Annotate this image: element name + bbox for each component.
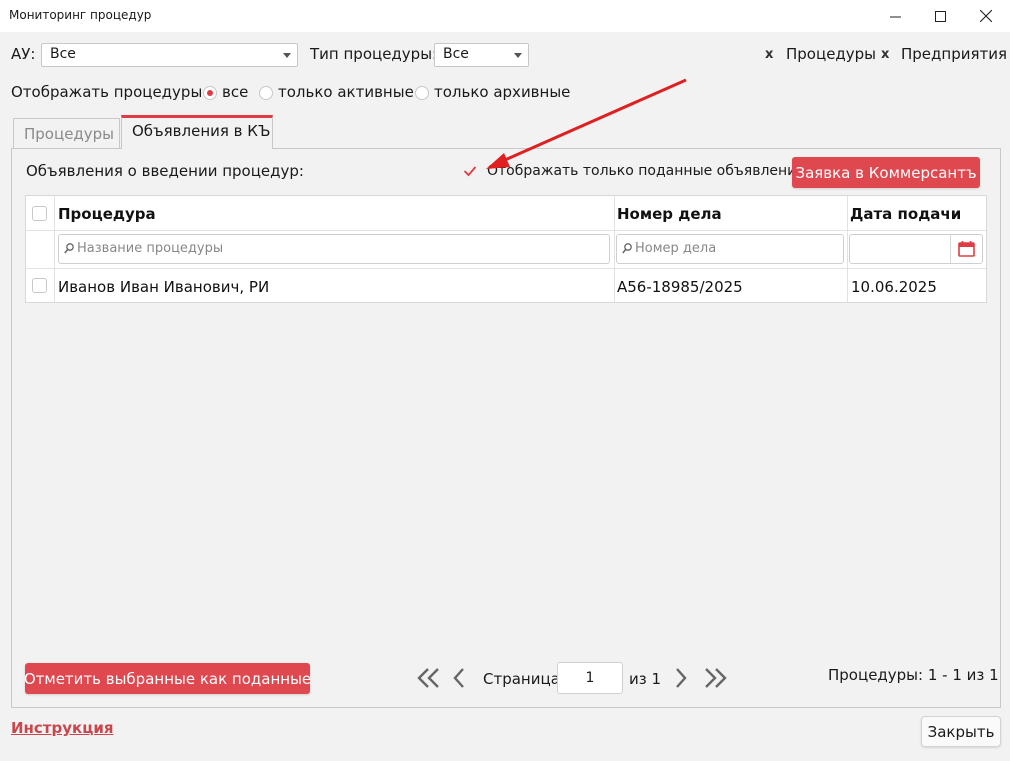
row-date-cell[interactable]: 10.06.2025: [851, 278, 937, 296]
mark-submitted-button[interactable]: Отметить выбранные как поданные: [23, 663, 312, 694]
maximize-button[interactable]: [917, 0, 963, 32]
au-select[interactable]: Все: [41, 43, 298, 67]
row-checkbox[interactable]: [32, 278, 47, 293]
radio-all[interactable]: [203, 86, 217, 100]
procedure-type-select[interactable]: Все: [434, 43, 529, 67]
page-number-input[interactable]: 1: [557, 662, 623, 694]
minimize-button[interactable]: [872, 0, 918, 32]
column-header-date[interactable]: Дата подачи: [850, 205, 961, 223]
title-bar: Мониторинг процедур: [0, 0, 1010, 32]
page-number-value: 1: [585, 670, 595, 686]
annotation-arrow-icon: [486, 78, 687, 169]
procedure-filter-placeholder: Название процедуры: [77, 241, 224, 256]
procedure-type-label: Тип процедуры:: [310, 45, 438, 63]
close-button-label: Закрыть: [927, 722, 995, 741]
kommersant-request-label: Заявка в Коммерсантъ: [795, 163, 977, 182]
maximize-icon: [934, 10, 946, 22]
next-page-icon[interactable]: [674, 667, 688, 689]
tab-announcements-label: Объявления в КЪ: [132, 122, 271, 140]
column-header-case-number[interactable]: Номер дела: [617, 205, 722, 223]
chevron-down-icon: [283, 53, 291, 58]
case-number-filter-placeholder: Номер дела: [635, 241, 717, 256]
enterprises-tag[interactable]: Предприятия: [901, 45, 1007, 63]
mark-submitted-label: Отметить выбранные как поданные: [23, 669, 312, 688]
row-case-number-cell[interactable]: А56-18985/2025: [617, 278, 743, 296]
tab-announcements[interactable]: Объявления в КЪ: [121, 115, 273, 149]
display-procedures-label: Отображать процедуры:: [11, 83, 208, 101]
column-divider: [614, 196, 615, 302]
column-divider: [54, 196, 55, 302]
page-label: Страница: [483, 670, 560, 688]
remove-procedures-tag-icon[interactable]: x: [765, 47, 773, 62]
close-button[interactable]: Закрыть: [921, 716, 1001, 747]
au-label: АУ:: [11, 45, 36, 63]
chevron-down-icon: [514, 53, 522, 58]
search-icon: [64, 243, 74, 254]
instruction-link[interactable]: Инструкция: [11, 719, 113, 737]
search-icon: [622, 243, 632, 254]
row-divider: [26, 268, 986, 269]
tab-procedures-label: Процедуры: [24, 125, 115, 143]
column-divider: [847, 196, 848, 302]
previous-page-icon[interactable]: [452, 667, 466, 689]
last-page-icon[interactable]: [702, 667, 728, 689]
window-title: Мониторинг процедур: [9, 8, 152, 22]
radio-archive-only[interactable]: [415, 86, 429, 100]
date-filter-input[interactable]: [849, 234, 983, 264]
date-filter-divider: [950, 235, 951, 263]
column-header-procedure[interactable]: Процедура: [58, 205, 156, 223]
minimize-icon: [889, 16, 901, 17]
records-count: Процедуры: 1 - 1 из 1: [828, 666, 999, 684]
page-total: из 1: [629, 670, 662, 688]
close-window-button[interactable]: [963, 0, 1009, 32]
select-all-checkbox[interactable]: [32, 206, 47, 221]
procedures-table: Процедура Номер дела Дата подачи Названи…: [25, 195, 987, 303]
calendar-icon[interactable]: [958, 241, 975, 257]
first-page-icon[interactable]: [416, 667, 442, 689]
section-label: Объявления о введении процедур:: [26, 162, 304, 180]
kommersant-request-button[interactable]: Заявка в Коммерсантъ: [792, 157, 980, 188]
au-select-value: Все: [50, 46, 76, 62]
radio-all-label[interactable]: все: [222, 83, 248, 101]
row-divider: [26, 230, 986, 231]
tab-procedures[interactable]: Процедуры: [13, 118, 120, 149]
procedure-filter-input[interactable]: Название процедуры: [58, 234, 610, 264]
case-number-filter-input[interactable]: Номер дела: [616, 234, 844, 264]
procedure-type-value: Все: [443, 46, 469, 62]
close-icon: [980, 10, 992, 22]
remove-enterprises-tag-icon[interactable]: x: [881, 47, 889, 62]
radio-active-only-label[interactable]: только активные: [278, 83, 414, 101]
row-procedure-cell[interactable]: Иванов Иван Иванович, РИ: [58, 278, 269, 296]
radio-active-only[interactable]: [259, 86, 273, 100]
procedures-tag[interactable]: Процедуры: [786, 45, 876, 63]
